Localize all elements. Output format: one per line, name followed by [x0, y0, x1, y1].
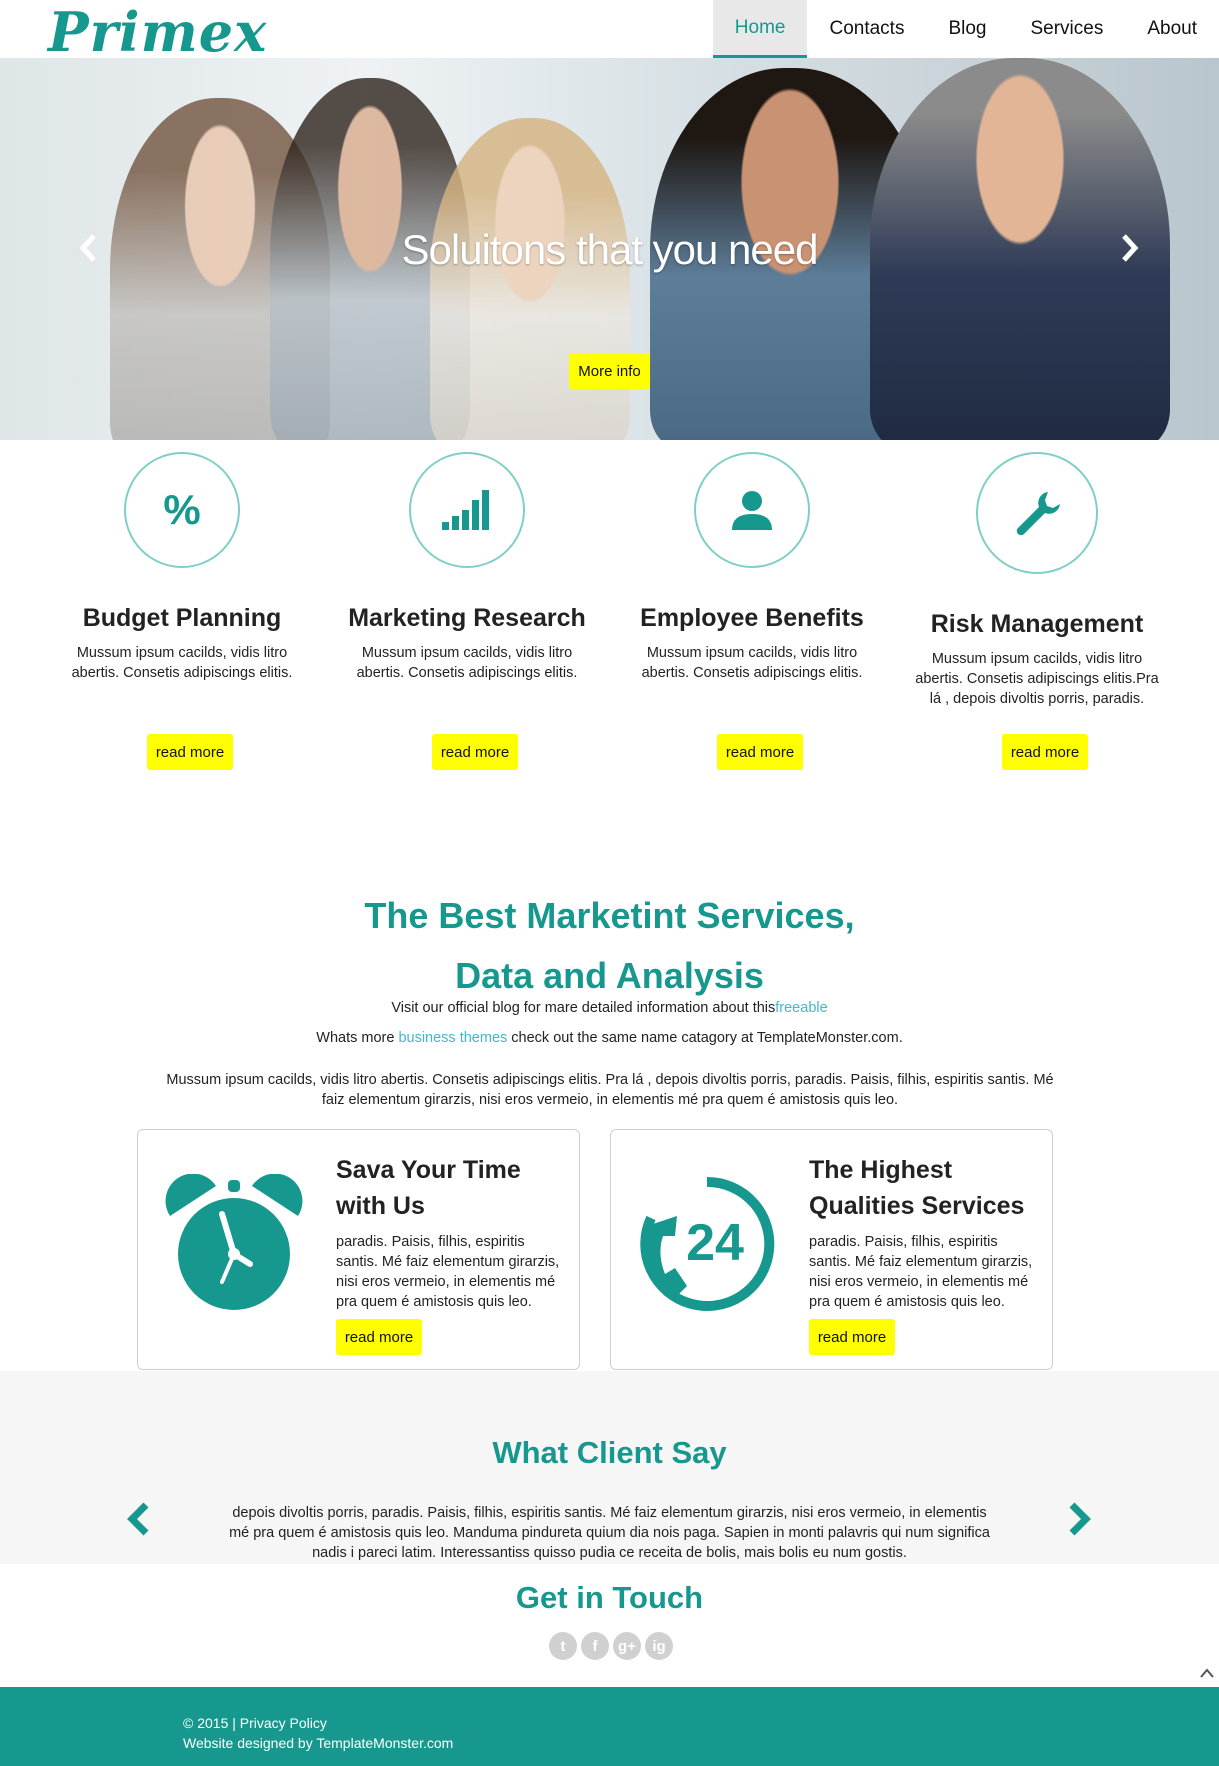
feature-text: Mussum ipsum cacilds, vidis litro aberti… [356, 645, 578, 681]
feature-title: Marketing Research [348, 604, 586, 632]
marketing-heading-line1: The Best Marketint Services, [364, 895, 855, 936]
feature-icon-circle [694, 452, 810, 568]
support-24-label: 24 [686, 1214, 744, 1272]
feature-risk-management: Risk Management Mussum ipsum cacilds, vi… [907, 452, 1167, 770]
feature-budget-planning: % Budget Planning Mussum ipsum cacilds, … [52, 452, 312, 770]
more-info-button[interactable]: More info [569, 353, 650, 389]
social-links: t f g+ ig [549, 1632, 673, 1660]
freeable-link[interactable]: freeable [775, 1000, 827, 1016]
privacy-policy-link[interactable]: Privacy Policy [240, 1715, 327, 1731]
marketing-line-2: Whats more business themes check out the… [0, 1030, 1219, 1046]
copyright-text: © 2015 | [183, 1715, 240, 1731]
nav-item-blog[interactable]: Blog [926, 0, 1008, 58]
twitter-icon[interactable]: t [549, 1632, 577, 1660]
business-themes-link[interactable]: business themes [398, 1030, 507, 1046]
marketing-line-2-suffix: check out the same name catagory at Temp… [507, 1030, 903, 1046]
user-icon [732, 491, 772, 530]
footer-copyright: © 2015 | Privacy Policy [183, 1715, 327, 1731]
signal-bars-icon [442, 490, 489, 530]
facebook-icon[interactable]: f [581, 1632, 609, 1660]
card-title: Sava Your Time with Us [336, 1156, 521, 1220]
feature-icon-circle: % [124, 452, 240, 568]
feature-marketing-research: Marketing Research Mussum ipsum cacilds,… [337, 452, 597, 770]
marketing-heading: The Best Marketint Services, Data and An… [0, 886, 1219, 1006]
testimonial-quote: depois divoltis porris, paradis. Paisis,… [229, 1505, 990, 1561]
nav-item-about[interactable]: About [1125, 0, 1219, 58]
main-nav: Home Contacts Blog Services About [712, 0, 1219, 58]
marketing-line-1-text: Visit our official blog for mare detaile… [391, 1000, 776, 1016]
nav-item-services[interactable]: Services [1008, 0, 1125, 58]
feature-title: Employee Benefits [640, 604, 864, 632]
hero-slider: Soluitons that you need More info [0, 58, 1219, 440]
card-highest-quality: 24 The Highest Qualities Services paradi… [610, 1129, 1053, 1370]
nav-item-home[interactable]: Home [712, 0, 808, 58]
read-more-button[interactable]: read more [147, 734, 233, 770]
marketing-paragraph: Mussum ipsum cacilds, vidis litro aberti… [166, 1072, 1054, 1108]
read-more-button[interactable]: read more [432, 734, 518, 770]
card-text: paradis. Paisis, filhis, espiritis santi… [336, 1234, 560, 1310]
read-more-button[interactable]: read more [1002, 734, 1088, 770]
marketing-line-2-prefix: Whats more [316, 1030, 399, 1046]
support-24-icon: 24 [640, 1176, 775, 1311]
designed-by-text: Website designed by [183, 1735, 317, 1751]
read-more-button[interactable]: read more [717, 734, 803, 770]
testimonial-prev-arrow[interactable] [124, 1499, 154, 1539]
chevron-up-icon [1200, 1668, 1214, 1678]
client-testimonials: What Client Say depois divoltis porris, … [0, 1371, 1219, 1564]
instagram-icon[interactable]: ig [645, 1632, 673, 1660]
top-navigation-bar: Primex Home Contacts Blog Services About [0, 0, 1219, 64]
feature-text: Mussum ipsum cacilds, vidis litro aberti… [641, 645, 863, 681]
wrench-icon [1016, 492, 1060, 536]
percent-icon: % [163, 486, 201, 533]
templatemonster-link[interactable]: TemplateMonster.com [316, 1735, 453, 1751]
footer-credit: Website designed by TemplateMonster.com [183, 1735, 453, 1751]
chevron-right-icon [1069, 1502, 1091, 1536]
logo[interactable]: Primex [48, 0, 267, 64]
nav-item-contacts[interactable]: Contacts [807, 0, 926, 58]
read-more-button[interactable]: read more [336, 1319, 422, 1355]
chevron-left-icon [127, 1502, 149, 1536]
clients-title: What Client Say [492, 1435, 727, 1470]
card-text: paradis. Paisis, filhis, espiritis santi… [809, 1234, 1033, 1310]
hero-title: Soluitons that you need [401, 226, 819, 273]
touch-title: Get in Touch [515, 1580, 704, 1615]
marketing-line-1: Visit our official blog for mare detaile… [0, 1000, 1219, 1016]
google-plus-icon[interactable]: g+ [613, 1632, 641, 1660]
feature-icon-circle [976, 452, 1098, 574]
testimonial-next-arrow[interactable] [1064, 1499, 1094, 1539]
feature-title: Budget Planning [82, 604, 282, 632]
feature-employee-benefits: Employee Benefits Mussum ipsum cacilds, … [622, 452, 882, 770]
feature-title: Risk Management [930, 610, 1144, 638]
scroll-to-top-button[interactable] [1199, 1666, 1215, 1684]
alarm-clock-icon [165, 1174, 303, 1310]
card-save-time: Sava Your Time with Us paradis. Paisis, … [137, 1129, 580, 1370]
feature-text: Mussum ipsum cacilds, vidis litro aberti… [71, 645, 293, 681]
card-title: The Highest Qualities Services [809, 1156, 1025, 1220]
footer: © 2015 | Privacy Policy Website designed… [0, 1687, 1219, 1766]
feature-text: Mussum ipsum cacilds, vidis litro aberti… [915, 651, 1159, 707]
read-more-button[interactable]: read more [809, 1319, 895, 1355]
feature-icon-circle [409, 452, 525, 568]
marketing-heading-line2: Data and Analysis [455, 955, 764, 996]
